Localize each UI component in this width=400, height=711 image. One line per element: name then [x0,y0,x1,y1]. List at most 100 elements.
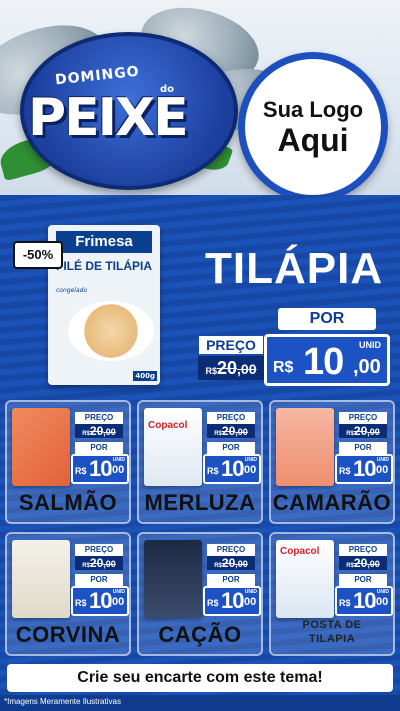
por-label: POR [75,574,123,586]
old-price-currency: R$ [82,563,90,569]
new-price-cents: ,00 [241,464,257,476]
old-price-cents: ,00 [235,427,248,437]
merluza-image: Copacol [144,408,202,486]
unit-label: UNID [376,589,389,595]
new-price-cents: ,00 [353,356,381,378]
new-price: UNID R$ 10,00 [203,586,261,616]
preco-label: PREÇO [75,412,123,424]
old-price-currency: R$ [214,563,222,569]
pack-brand: Frimesa [56,231,152,253]
old-price: R$20,00 [75,424,123,438]
product-name: MERLUZA [144,490,256,515]
unit-label: UNID [112,457,125,463]
new-price-int: 10 [303,341,344,383]
old-price-cents: ,00 [237,361,257,377]
product-name: POSTA DE TILAPIA [271,618,393,646]
old-price-int: 20 [221,424,236,438]
new-price-cents: ,00 [373,596,389,608]
plate-image [68,301,154,361]
new-price: UNID R$ 10 ,00 [264,334,390,386]
old-price-int: 20 [217,358,238,378]
old-price-int: 20 [89,424,104,438]
pack-brand: Copacol [148,420,188,431]
unit-label: UNID [244,457,257,463]
old-price-cents: ,00 [103,427,116,437]
por-label: POR [339,442,387,454]
por-label: POR [207,442,255,454]
old-price-cents: ,00 [367,559,380,569]
theme-logo-peixe: PEIXE [28,88,189,148]
old-price: R$20,00 [75,556,123,570]
old-price-currency: R$ [346,563,354,569]
logo-placeholder-line1: Sua Logo [262,97,364,122]
product-name-line1: POSTA DE [302,619,362,631]
new-price: UNID R$ 10,00 [203,454,261,484]
corvina-image [12,540,70,618]
por-label: POR [278,308,376,330]
old-price-currency: R$ [82,431,90,437]
pack-subtitle: congelado [56,287,88,294]
posta-tilapia-image: Copacol [276,540,334,618]
featured-product-image[interactable]: Frimesa FILÉ DE TILÁPIA congelado 400g [48,225,160,385]
shrimp-image [276,408,334,486]
product-card-merluza[interactable]: Copacol PREÇO R$20,00 POR UNID R$ 10,00 ME… [137,400,263,524]
salmon-image [12,408,70,486]
old-price-cents: ,00 [235,559,248,569]
old-price-currency: R$ [205,366,217,376]
header-banner: DOMINGO do PEIXE Sua Logo Aqui [0,0,400,205]
product-card-corvina[interactable]: PREÇO R$20,00 POR UNID R$ 10,00 CORVINA [5,532,131,656]
old-price-currency: R$ [346,431,354,437]
new-price-currency: R$ [75,466,87,476]
featured-product-name: TILÁPIA [205,244,384,293]
new-price-currency: R$ [207,598,219,608]
new-price-currency: R$ [339,466,351,476]
old-price-int: 20 [353,556,368,570]
old-price-cents: ,00 [103,559,116,569]
new-price-currency: R$ [273,359,294,376]
product-name: CAÇÃO [158,622,242,647]
preco-label: PREÇO [199,336,263,354]
footnote: *Imagens Meramente Ilustrativas [4,697,121,706]
preco-label: PREÇO [339,544,387,556]
cacao-image [144,540,202,618]
por-label: POR [207,574,255,586]
old-price-int: 20 [89,556,104,570]
product-name-line2: TILAPIA [308,633,356,645]
new-price-cents: ,00 [373,464,389,476]
product-name: SALMÃO [18,490,118,515]
old-price-cents: ,00 [367,427,380,437]
old-price-int: 20 [353,424,368,438]
pack-brand: Copacol [280,546,320,557]
por-label: POR [75,442,123,454]
discount-badge: -50% [13,241,63,269]
new-price: UNID R$ 10,00 [335,454,393,484]
logo-placeholder[interactable]: Sua Logo Aqui [238,52,388,202]
unit-label: UNID [359,340,381,350]
old-price: R$20,00 [339,424,387,438]
new-price: UNID R$ 10,00 [71,586,129,616]
unit-label: UNID [112,589,125,595]
product-card-posta-de-tilapia[interactable]: Copacol PREÇO R$20,00 POR UNID R$ 10,00 PO… [269,532,395,656]
new-price: UNID R$ 10,00 [71,454,129,484]
cta-banner[interactable]: Crie seu encarte com este tema! [7,664,393,692]
pack-weight: 400g [133,371,157,381]
unit-label: UNID [376,457,389,463]
product-name: CAMARÃO [272,490,392,515]
unit-label: UNID [244,589,257,595]
product-card-salmao[interactable]: PREÇO R$20,00 POR UNID R$ 10,00 SALMÃO [5,400,131,524]
logo-placeholder-line2: Aqui [277,122,349,158]
product-card-cacao[interactable]: PREÇO R$20,00 POR UNID R$ 10,00 CAÇÃO [137,532,263,656]
old-price: R$20,00 [339,556,387,570]
product-card-camarao[interactable]: PREÇO R$20,00 POR UNID R$ 10,00 CAMARÃO [269,400,395,524]
preco-label: PREÇO [75,544,123,556]
old-price: R$20,00 [198,356,264,380]
new-price-currency: R$ [75,598,87,608]
new-price-currency: R$ [339,598,351,608]
pack-title: FILÉ DE TILÁPIA [56,259,152,273]
old-price-currency: R$ [214,431,222,437]
preco-label: PREÇO [207,412,255,424]
new-price: UNID R$ 10,00 [335,586,393,616]
new-price-cents: ,00 [109,464,125,476]
preco-label: PREÇO [339,412,387,424]
old-price: R$20,00 [207,424,255,438]
